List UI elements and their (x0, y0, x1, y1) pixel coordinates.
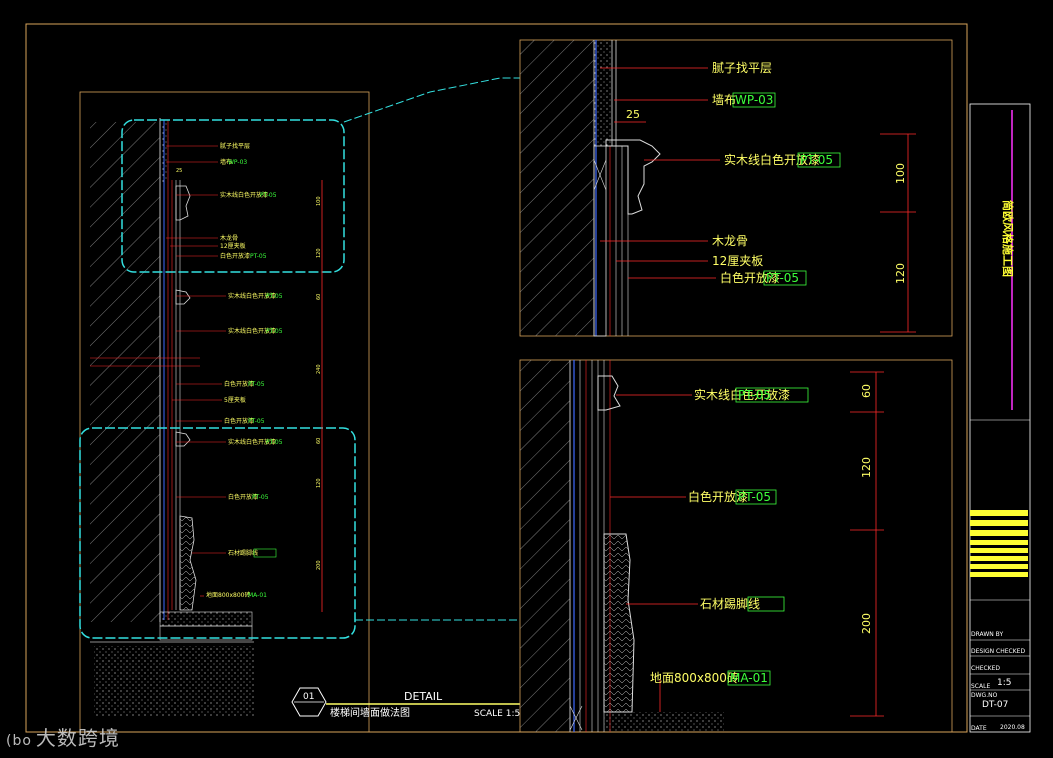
main-dim-3: 60 (316, 294, 322, 300)
main-dim-2: 120 (316, 248, 322, 258)
project-title: 简欧风格施工图 (1001, 200, 1015, 277)
main-code-2: PT-05 (250, 253, 267, 260)
main-dim-6: 120 (316, 478, 322, 488)
label-scale: SCALE (971, 683, 990, 690)
main-code-0: WP-03 (228, 159, 247, 166)
main-label-13: 石材踢脚线 (228, 549, 258, 557)
label-dwg-no: DWG.NO (971, 692, 998, 699)
zoom-top-code-2: PT-05 (766, 271, 799, 285)
main-code-7: PT-05 (266, 439, 283, 446)
scale-value: 1:5 (997, 678, 1011, 688)
label-date: DATE (971, 725, 987, 732)
main-label-9: 5厘夹板 (224, 396, 246, 404)
detail-heading: DETAIL (404, 690, 443, 703)
zoom-bottom-dim-1: 120 (860, 457, 873, 478)
main-dim-4: 240 (316, 364, 322, 374)
main-code-6: PT-05 (248, 418, 265, 425)
zoom-top-label-1: 墙布 (712, 93, 736, 107)
main-label-0: 腻子找平层 (220, 142, 250, 150)
zoom-top: 腻子找平层 墙布 WP-03 实木线白色开放漆 PT-05 木龙骨 12厘夹板 … (519, 39, 953, 337)
zoom-top-code-1: PT-05 (800, 153, 833, 167)
zoom-top-label-3: 木龙骨 (712, 234, 748, 248)
zoom-top-dim-2: 120 (894, 263, 907, 284)
detail-title: 01 DETAIL 楼梯间墙面做法图 SCALE 1:5 (291, 687, 520, 719)
main-dim-1: 100 (316, 196, 322, 206)
zoom-bottom-label-3: 地面800x800砖 (650, 670, 739, 685)
main-label-14: 地面800x800砖 (206, 591, 250, 599)
main-code-8: PT-05 (252, 494, 269, 501)
zoom-bottom-label-2: 石材踢脚线 (700, 596, 760, 611)
dwg-no-value: DT-07 (982, 700, 1008, 710)
main-dim-7: 200 (316, 560, 322, 570)
zoom-bottom: 实木线白色开放漆 PT-05 白色开放漆 PT-05 石材踢脚线 地面800x8… (519, 359, 953, 733)
label-drawn-by: DRAWN BY (971, 631, 1003, 638)
main-label-5: 白色开放漆 (220, 252, 250, 260)
title-block: 简欧风格施工图 DRAWN BY DESIGN CHECKED CHECKED … (969, 103, 1031, 733)
zoom-top-dim-0: 25 (626, 108, 640, 121)
main-label-3: 木龙骨 (220, 234, 238, 242)
detail-name: 楼梯间墙面做法图 (330, 706, 410, 719)
main-dim-5: 60 (316, 438, 322, 444)
zoom-bottom-code-2: MA-01 (730, 671, 768, 685)
detail-number: 01 (303, 692, 314, 702)
zoom-top-label-0: 腻子找平层 (712, 61, 772, 75)
zoom-top-code-0: WP-03 (735, 93, 773, 107)
detail-scale: SCALE 1:5 (474, 709, 520, 719)
main-code-5: PT-05 (248, 381, 265, 388)
main-code-1: PT-05 (260, 192, 277, 199)
main-detail: 腻子找平层 墙布 WP-03 实木线白色开放漆 PT-05 木龙骨 12厘夹板 … (79, 77, 520, 733)
zoom-bottom-dim-0: 60 (860, 384, 873, 398)
main-code-3: PT-05 (266, 293, 283, 300)
label-checked: CHECKED (971, 665, 1000, 672)
zoom-top-label-4: 12厘夹板 (712, 254, 763, 268)
zoom-bottom-code-1: PT-05 (738, 490, 771, 504)
watermark-text: 大数跨境 (35, 726, 120, 750)
label-design-checked: DESIGN CHECKED (971, 648, 1025, 655)
main-dim-0: 25 (176, 168, 182, 174)
cad-drawing: 腻子找平层 墙布 WP-03 实木线白色开放漆 PT-05 木龙骨 12厘夹板 … (25, 23, 1031, 733)
watermark: (bo 大数跨境 (6, 726, 120, 750)
main-code-9: MA-01 (248, 592, 267, 599)
zoom-bottom-code-0: PT-05 (738, 388, 771, 402)
main-code-4: PT-05 (266, 328, 283, 335)
date-value: 2020.08 (1000, 724, 1025, 731)
zoom-bottom-dim-2: 200 (860, 613, 873, 634)
main-label-4: 12厘夹板 (220, 242, 246, 250)
zoom-top-dim-1: 100 (894, 163, 907, 184)
